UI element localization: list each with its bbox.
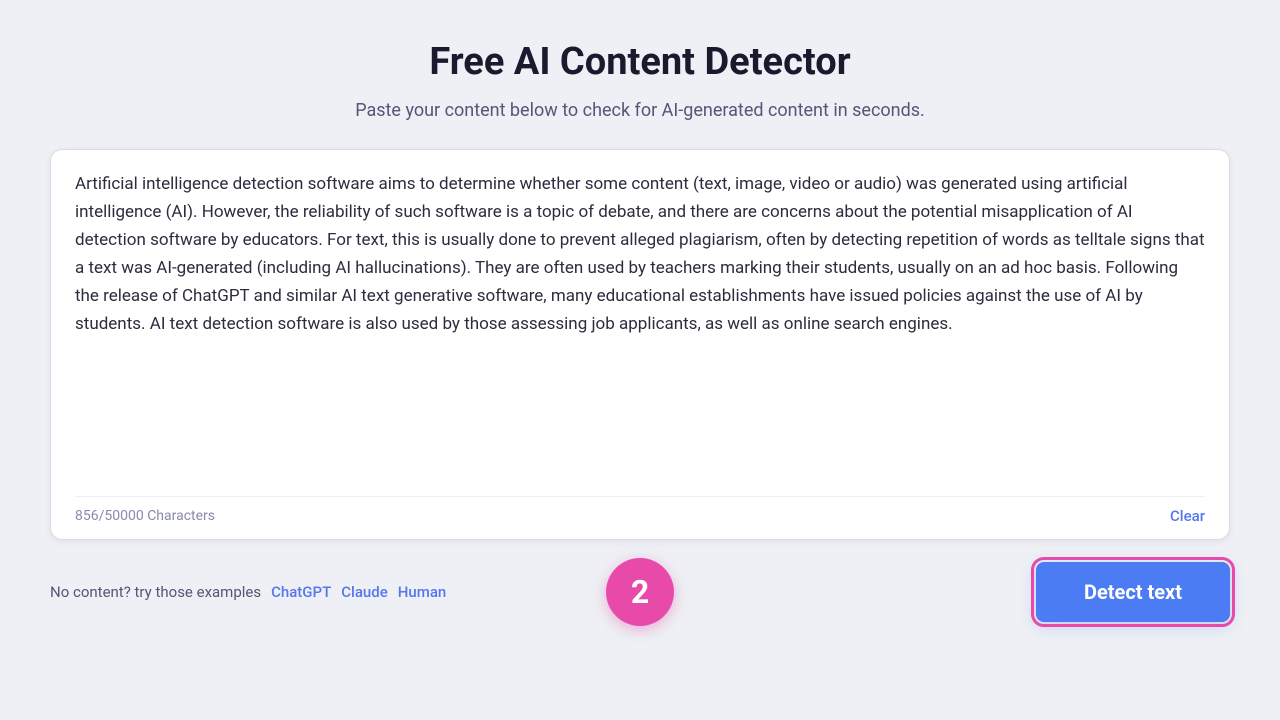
content-textarea[interactable]: [75, 170, 1205, 480]
example-link-claude[interactable]: Claude: [341, 583, 388, 601]
page-subtitle: Paste your content below to check for AI…: [355, 100, 925, 121]
textarea-footer: 856/50000 Characters Clear: [75, 496, 1205, 525]
page-title: Free AI Content Detector: [429, 40, 850, 84]
clear-button[interactable]: Clear: [1170, 507, 1205, 525]
page-wrapper: Free AI Content Detector Paste your cont…: [50, 40, 1230, 622]
char-count: 856/50000 Characters: [75, 508, 215, 524]
content-box: 856/50000 Characters Clear: [50, 149, 1230, 540]
textarea-scroll-area: [75, 170, 1205, 484]
example-link-human[interactable]: Human: [398, 583, 447, 601]
bottom-bar: No content? try those examples ChatGPT C…: [50, 562, 1230, 622]
right-section: Detect text: [1036, 562, 1230, 622]
example-link-chatgpt[interactable]: ChatGPT: [271, 583, 331, 601]
detect-text-button[interactable]: Detect text: [1036, 562, 1230, 622]
step-badge: 2: [606, 558, 674, 626]
no-content-label: No content? try those examples: [50, 583, 261, 601]
examples-section: No content? try those examples ChatGPT C…: [50, 583, 446, 601]
